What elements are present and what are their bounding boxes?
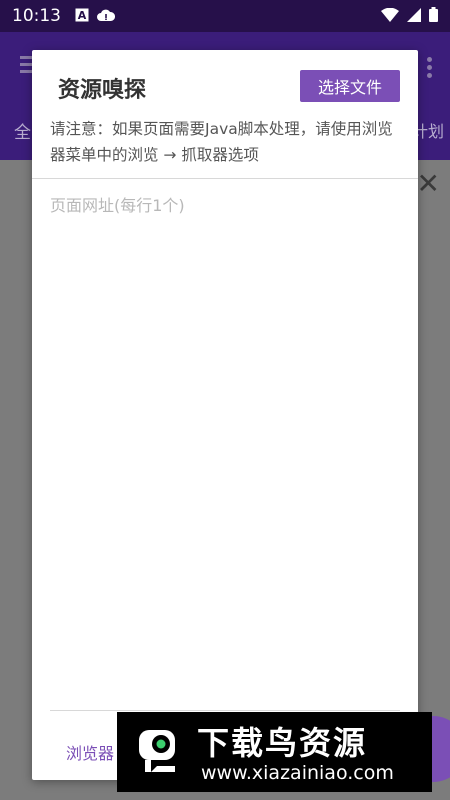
keyboard-a-icon: A	[75, 7, 89, 26]
watermark-title: 下载鸟资源	[197, 724, 368, 762]
page-url-input[interactable]	[50, 192, 400, 712]
watermark-url: www.xiazainiao.com	[201, 762, 394, 784]
tab-all[interactable]: 全	[14, 118, 31, 143]
divider	[32, 178, 418, 179]
status-time: 10:13	[12, 6, 61, 26]
bird-logo-icon	[135, 724, 187, 780]
cloud-alert-icon	[97, 7, 116, 26]
select-file-button[interactable]: 选择文件	[300, 70, 400, 102]
resource-sniff-dialog: 资源嗅探 选择文件 请注意：如果页面需要Java脚本处理，请使用浏览器菜单中的浏…	[32, 50, 418, 780]
battery-icon	[429, 6, 438, 26]
close-icon[interactable]: ✕	[417, 170, 440, 198]
status-bar: 10:13 A	[0, 0, 450, 32]
divider	[50, 710, 400, 711]
more-options-icon[interactable]	[427, 54, 432, 81]
browser-button[interactable]: 浏览器	[66, 740, 114, 764]
watermark-banner: 下载鸟资源 www.xiazainiao.com	[117, 712, 432, 792]
wifi-icon	[381, 7, 399, 26]
notice-text: 请注意：如果页面需要Java脚本处理，请使用浏览器菜单中的浏览 → 抓取器选项	[50, 120, 393, 164]
svg-text:A: A	[78, 9, 87, 22]
signal-icon	[407, 7, 421, 26]
dialog-title: 资源嗅探	[58, 78, 147, 103]
